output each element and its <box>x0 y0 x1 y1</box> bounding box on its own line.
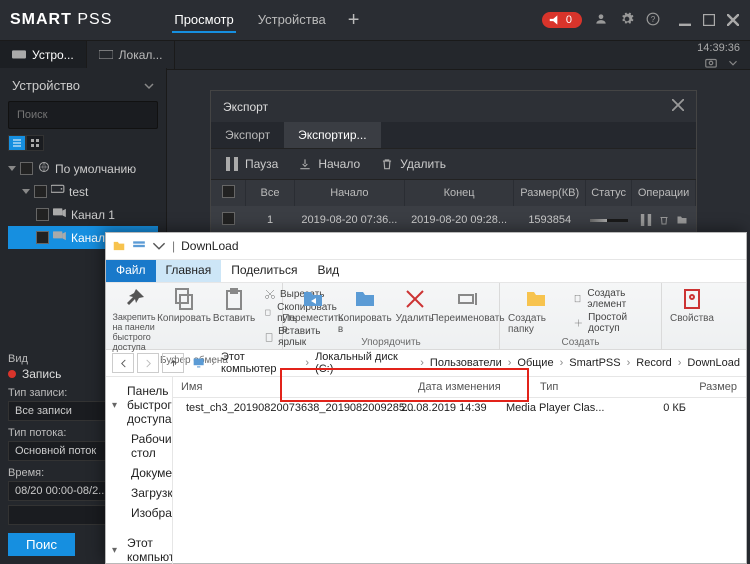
user-icon[interactable] <box>594 12 608 29</box>
moveto-button[interactable]: Переместить в <box>291 287 335 335</box>
search-input[interactable] <box>8 101 158 129</box>
rename-button[interactable]: Переименовать <box>445 287 491 324</box>
nav-quickaccess[interactable]: ▾Панель быстрого доступа <box>112 381 166 429</box>
clock: 14:39:36 <box>697 42 740 54</box>
crumb[interactable]: Пользователи <box>430 357 502 369</box>
export-dialog: Экспорт Экспорт Экспортир... Пауза Начал… <box>210 90 697 235</box>
alert-badge[interactable]: 0 <box>542 12 582 28</box>
crumb[interactable]: SmartPSS <box>569 357 620 369</box>
tab-device-panel[interactable]: Устро... <box>0 41 87 69</box>
col-size[interactable]: Размер <box>659 377 746 397</box>
app-logo: SMART PSS <box>10 11 112 29</box>
paste-button[interactable]: Вставить <box>214 287 254 324</box>
exporting-tab[interactable]: Экспортир... <box>284 122 380 148</box>
chevron-down-icon[interactable] <box>144 81 154 91</box>
crumb[interactable]: Этот компьютер <box>221 351 299 375</box>
quickaccess-icon[interactable] <box>132 239 146 253</box>
crumb[interactable]: Общие <box>517 357 553 369</box>
minimize-button[interactable] <box>678 13 692 27</box>
easyaccess-button[interactable]: Простой доступ <box>573 311 653 335</box>
add-tab-button[interactable]: + <box>348 9 360 32</box>
window-title: DownLoad <box>181 239 238 253</box>
file-list: Имя Дата изменения Тип Размер test_ch3_2… <box>173 377 746 564</box>
close-icon[interactable] <box>672 99 684 114</box>
explorer-window: | DownLoad Файл Главная Поделиться Вид З… <box>105 232 747 564</box>
maximize-button[interactable] <box>702 13 716 27</box>
copyto-button[interactable]: Копировать в <box>345 287 385 335</box>
tab-local-panel[interactable]: Локал... <box>87 41 176 69</box>
col-date[interactable]: Дата изменения <box>410 377 532 397</box>
menu-home[interactable]: Главная <box>156 260 222 282</box>
snapshot-icon[interactable] <box>704 56 718 73</box>
newfolder-button[interactable]: Создать папку <box>508 287 563 335</box>
search-button[interactable]: Поис <box>8 533 75 556</box>
nav-downloads[interactable]: Загрузки <box>112 483 166 503</box>
export-tab[interactable]: Экспорт <box>211 122 284 148</box>
forward-button[interactable] <box>137 353 159 373</box>
sidebar-title: Устройство <box>12 78 80 93</box>
explorer-menu: Файл Главная Поделиться Вид <box>106 260 746 283</box>
copy-button[interactable]: Копировать <box>164 287 204 324</box>
view-tabs: Устро... Локал... <box>0 41 750 70</box>
nav-pictures[interactable]: Изображения <box>112 503 166 523</box>
nav-thispc[interactable]: ▾Этот компьютер <box>112 533 166 564</box>
tab-devices[interactable]: Устройства <box>256 8 328 33</box>
progress-bar <box>590 219 628 222</box>
menu-share[interactable]: Поделиться <box>221 260 307 282</box>
delete-button[interactable]: Удалить <box>380 157 446 171</box>
start-button[interactable]: Начало <box>298 157 360 171</box>
table-row[interactable]: 1 2019-08-20 07:36... 2019-08-20 09:28..… <box>211 206 696 234</box>
menu-file[interactable]: Файл <box>106 260 156 282</box>
up-button[interactable] <box>162 353 184 373</box>
crumb[interactable]: Локальный диск (C:) <box>315 351 414 375</box>
down-icon[interactable] <box>152 239 166 253</box>
properties-button[interactable]: Свойства <box>670 287 714 324</box>
explorer-titlebar[interactable]: | DownLoad <box>106 233 746 260</box>
tab-preview[interactable]: Просмотр <box>172 8 235 33</box>
newitem-button[interactable]: Создать элемент <box>573 287 653 311</box>
pc-icon <box>192 356 205 370</box>
menu-view[interactable]: Вид <box>307 260 349 282</box>
pin-button[interactable]: Закрепить на панели быстрого доступа <box>114 287 154 353</box>
back-button[interactable] <box>112 353 134 373</box>
crumb[interactable]: DownLoad <box>687 357 740 369</box>
pause-button[interactable]: Пауза <box>225 157 278 171</box>
grid-view-toggle[interactable] <box>26 135 44 151</box>
crumb[interactable]: Record <box>636 357 671 369</box>
ribbon: Закрепить на панели быстрого доступа Коп… <box>106 283 746 350</box>
export-table: Все НачалоКонец Размер(КВ)СтатусОперации… <box>211 180 696 234</box>
folder-icon[interactable] <box>676 214 688 226</box>
tree-device[interactable]: test <box>8 180 158 203</box>
col-name[interactable]: Имя <box>173 377 410 397</box>
explorer-nav: ▾Панель быстрого доступа Рабочий стол До… <box>106 377 173 564</box>
col-type[interactable]: Тип <box>532 377 659 397</box>
nav-desktop[interactable]: Рабочий стол <box>112 429 166 463</box>
pause-icon[interactable] <box>640 214 652 226</box>
titlebar: SMART PSS Просмотр Устройства + 0 ? <box>0 0 750 41</box>
delete-button[interactable]: Удалить <box>395 287 435 324</box>
gear-icon[interactable] <box>620 12 634 29</box>
trash-icon[interactable] <box>658 214 670 226</box>
chevron-down-icon[interactable] <box>726 56 740 73</box>
export-title: Экспорт <box>223 100 268 114</box>
tree-root[interactable]: По умолчанию <box>8 157 158 180</box>
help-icon[interactable]: ? <box>646 12 660 29</box>
folder-icon <box>112 239 126 253</box>
close-button[interactable] <box>726 13 740 27</box>
svg-text:?: ? <box>651 14 656 23</box>
file-row[interactable]: test_ch3_20190820073638_2019082009285...… <box>173 398 746 418</box>
nav-documents[interactable]: Документы <box>112 463 166 483</box>
tree-channel-1[interactable]: Канал 1 <box>8 203 158 226</box>
list-view-toggle[interactable] <box>8 135 26 151</box>
